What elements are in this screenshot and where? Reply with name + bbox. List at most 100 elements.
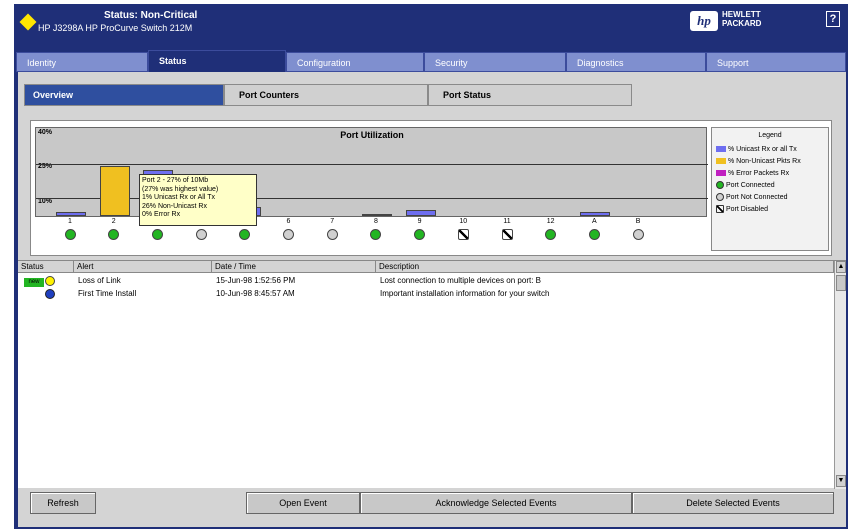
port-label: 9 [417, 218, 422, 225]
port-utilization-chart: Port Utilization 40% 25% 10% [35, 127, 708, 217]
alert-datetime: 10-Jun-98 8:45:57 AM [216, 289, 295, 298]
table-row[interactable]: First Time Install 10-Jun-98 8:45:57 AM … [18, 287, 834, 300]
bar-port-A[interactable] [580, 212, 611, 216]
status-warning-icon [19, 13, 37, 31]
status-title: Status: Non-Critical [104, 10, 198, 21]
gridline [36, 164, 708, 165]
hp-logo-icon: hp [690, 11, 718, 31]
alert-scrollbar[interactable]: ▲ ▼ [834, 261, 846, 489]
chart-legend: Legend % Unicast Rx or all Tx % Non-Unica… [711, 127, 829, 251]
port-connected-icon[interactable] [108, 229, 120, 240]
legend-swatch [716, 146, 726, 152]
subtab-overview[interactable]: Overview [24, 84, 224, 106]
alert-datetime: 15-Jun-98 1:52:56 PM [216, 276, 296, 285]
port-B[interactable]: B [628, 217, 648, 240]
open-event-button[interactable]: Open Event [246, 492, 360, 514]
header-bar: Status: Non-Critical HP J3298A HP ProCur… [14, 4, 848, 44]
device-name: HP J3298A HP ProCurve Switch 212M [38, 23, 193, 33]
subtab-port-counters[interactable]: Port Counters [224, 84, 428, 106]
port-utilization-panel: Port Utilization 40% 25% 10% 12345678910… [30, 120, 832, 256]
port-8[interactable]: 8 [366, 217, 386, 240]
tooltip-line: Port 2 - 27% of 10Mb [142, 177, 209, 184]
port-1[interactable]: 1 [60, 217, 80, 240]
scroll-down-icon[interactable]: ▼ [836, 475, 846, 487]
hp-logo-line2: PACKARD [722, 19, 762, 28]
legend-dot-icon [716, 193, 724, 201]
tab-identity[interactable]: Identity [16, 52, 148, 72]
port-disabled-icon[interactable] [457, 229, 469, 240]
new-badge-icon: new [24, 274, 44, 287]
port-not-connected-icon[interactable] [326, 229, 338, 240]
legend-item: % Non-Unicast Pkts Rx [712, 155, 828, 167]
tooltip-line: (27% was highest value) [142, 185, 219, 193]
tab-configuration[interactable]: Configuration [286, 52, 424, 72]
legend-swatch [716, 170, 726, 176]
legend-label: Port Not Connected [726, 193, 788, 201]
legend-item: Port Disabled [712, 203, 828, 215]
tab-status[interactable]: Status [148, 50, 286, 74]
port-connected-icon[interactable] [588, 229, 600, 240]
acknowledge-events-button[interactable]: Acknowledge Selected Events [360, 492, 632, 514]
bar-port-1[interactable] [56, 212, 86, 216]
port-2[interactable]: 2 [104, 217, 124, 240]
tab-security[interactable]: Security [424, 52, 566, 72]
y-tick-label: 40% [38, 129, 53, 136]
delete-events-button[interactable]: Delete Selected Events [632, 492, 834, 514]
port-connected-icon[interactable] [545, 229, 557, 240]
port-connected-icon[interactable] [370, 229, 382, 240]
port-10[interactable]: 10 [453, 217, 473, 240]
port-connected-icon[interactable] [64, 229, 76, 240]
port-11[interactable]: 11 [497, 217, 517, 240]
legend-dot-icon [716, 181, 724, 189]
col-alert-header[interactable]: Alert [74, 261, 212, 273]
scroll-thumb[interactable] [836, 275, 846, 291]
col-description-header[interactable]: Description [376, 261, 834, 273]
alert-description: Important installation information for y… [380, 289, 550, 298]
bar-port-2[interactable] [99, 166, 130, 216]
tooltip-line: 26% Non-Unicast Rx [142, 202, 207, 210]
port-label: 10 [459, 218, 468, 225]
col-datetime-header[interactable]: Date / Time [212, 261, 376, 273]
legend-label: % Non-Unicast Pkts Rx [728, 157, 801, 165]
alert-name: Loss of Link [78, 276, 121, 285]
subtab-port-status[interactable]: Port Status [428, 84, 632, 106]
tab-support[interactable]: Support [706, 52, 846, 72]
port-label: 11 [503, 218, 511, 225]
bar-port-9[interactable] [405, 210, 436, 216]
port-connected-icon[interactable] [239, 229, 251, 240]
legend-item: % Error Packets Rx [712, 167, 828, 179]
port-not-connected-icon[interactable] [283, 229, 294, 240]
y-tick-label: 10% [38, 198, 53, 205]
port-9[interactable]: 9 [410, 217, 430, 240]
port-12[interactable]: 12 [541, 217, 561, 240]
refresh-button[interactable]: Refresh [30, 492, 96, 514]
port-label: 7 [330, 218, 335, 225]
port-A[interactable]: A [584, 217, 604, 240]
port-label: A [592, 218, 597, 225]
bar-port-8[interactable] [361, 214, 392, 217]
port-connected-icon[interactable] [414, 229, 426, 240]
table-row[interactable]: new Loss of Link 15-Jun-98 1:52:56 PM Lo… [18, 274, 834, 287]
legend-item: Port Not Connected [712, 191, 828, 203]
legend-swatch [716, 158, 726, 164]
tab-diagnostics[interactable]: Diagnostics [566, 52, 706, 72]
port-7[interactable]: 7 [322, 217, 342, 240]
port-not-connected-icon[interactable] [632, 229, 644, 240]
new-badge: new [24, 278, 44, 287]
help-button[interactable]: ? [826, 11, 840, 27]
tooltip-line: 0% Error Rx [142, 211, 181, 218]
port-label: 6 [286, 218, 291, 225]
col-status-header[interactable]: Status [18, 261, 74, 273]
port-6[interactable]: 6 [279, 217, 299, 240]
port-tooltip: Port 2 - 27% of 10Mb (27% was highest va… [139, 174, 257, 226]
port-connected-icon[interactable] [151, 229, 163, 240]
port-disabled-icon[interactable] [501, 229, 513, 240]
tooltip-line: 1% Unicast Rx or All Tx [142, 194, 216, 201]
legend-item: Port Connected [712, 179, 828, 191]
alert-name: First Time Install [78, 289, 137, 298]
port-label: 8 [373, 218, 378, 225]
port-not-connected-icon[interactable] [195, 229, 207, 240]
scroll-up-icon[interactable]: ▲ [836, 261, 846, 273]
legend-title: Legend [758, 132, 782, 139]
legend-item: % Unicast Rx or all Tx [712, 143, 828, 155]
